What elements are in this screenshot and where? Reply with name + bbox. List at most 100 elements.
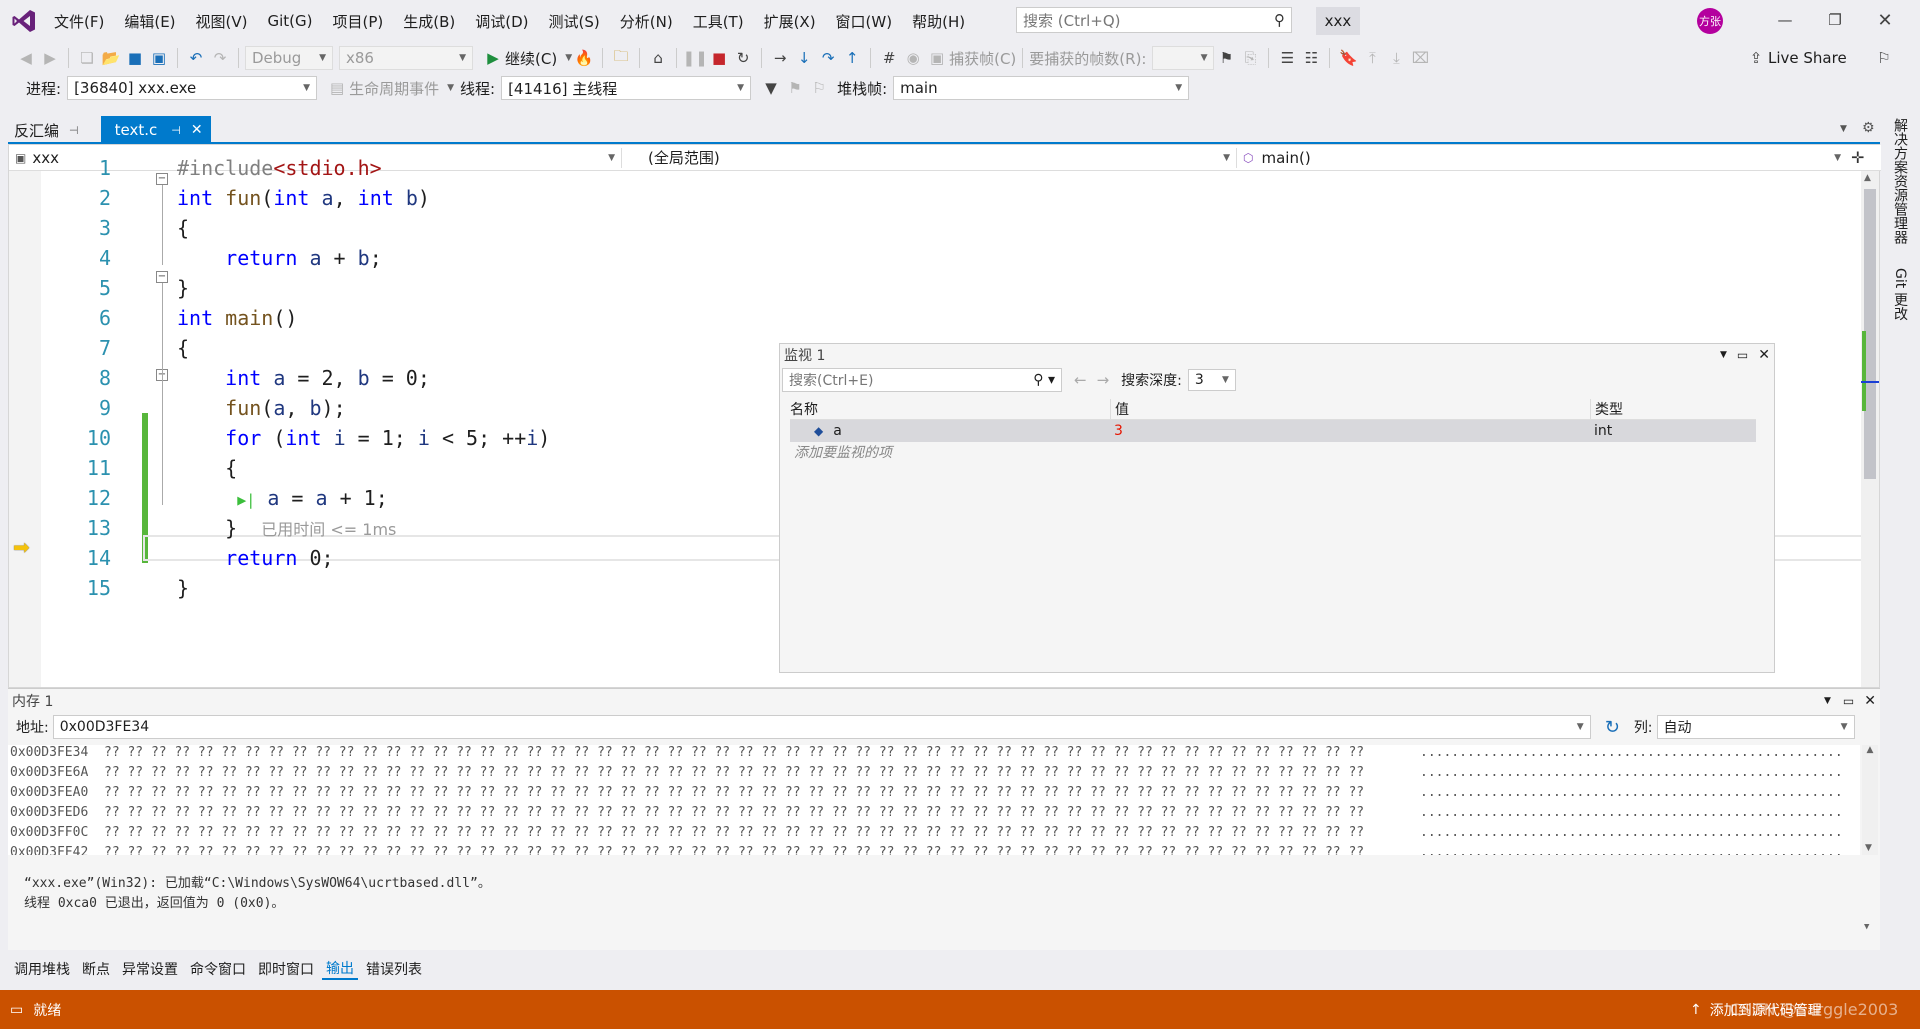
maximize-icon[interactable]: ▭ bbox=[1737, 348, 1748, 362]
fold-toggle[interactable]: − bbox=[156, 173, 168, 185]
side-tab-solution-explorer[interactable]: 解决方案资源管理器 bbox=[1888, 118, 1910, 244]
menu-build[interactable]: 生成(B) bbox=[403, 11, 455, 32]
hot-reload-icon[interactable]: 🔥 bbox=[572, 46, 596, 70]
avatar[interactable]: 方张 bbox=[1697, 8, 1723, 34]
find-files-icon[interactable]: 🗀 bbox=[609, 46, 633, 70]
menu-test[interactable]: 测试(S) bbox=[549, 11, 600, 32]
search-back-icon[interactable]: ← bbox=[1074, 371, 1087, 389]
close-tab-icon[interactable]: ✕ bbox=[191, 122, 203, 138]
platform-select[interactable]: x86 ▼ bbox=[339, 46, 473, 70]
depth-select[interactable]: 3 ▼ bbox=[1187, 369, 1236, 391]
settings-icon[interactable]: ⚙ bbox=[1862, 120, 1875, 136]
save-icon[interactable]: ■ bbox=[123, 46, 147, 70]
frames-select[interactable]: ▼ bbox=[1152, 46, 1215, 70]
stop-icon[interactable]: ■ bbox=[707, 46, 731, 70]
pin-icon[interactable]: ⊣ bbox=[69, 124, 79, 137]
menu-edit[interactable]: 编辑(E) bbox=[124, 11, 175, 32]
comment-icon[interactable]: ☰ bbox=[1275, 46, 1299, 70]
fold-toggle[interactable]: − bbox=[156, 271, 168, 283]
camera-icon[interactable]: ◉ bbox=[901, 46, 925, 70]
column-name[interactable]: 名称 bbox=[790, 399, 1110, 419]
close-icon[interactable]: ✕ bbox=[1860, 8, 1910, 32]
undo-icon[interactable]: ↶ bbox=[184, 46, 208, 70]
search-forward-icon[interactable]: → bbox=[1097, 371, 1110, 389]
stack-frame-select[interactable]: main ▼ bbox=[893, 76, 1190, 100]
window-menu-icon[interactable]: ▼ bbox=[1720, 350, 1727, 360]
hex-display-icon[interactable]: # bbox=[877, 46, 901, 70]
open-folder-icon[interactable]: 📂 bbox=[99, 46, 123, 70]
address-input[interactable]: 0x00D3FE34 ▼ bbox=[52, 715, 1591, 739]
watch-row[interactable]: ◆ a 3 int bbox=[790, 420, 1756, 442]
tab-command-window[interactable]: 命令窗口 bbox=[190, 959, 246, 979]
tab-call-stack[interactable]: 调用堆栈 bbox=[14, 959, 70, 979]
process-select[interactable]: [36840] xxx.exe ▼ bbox=[67, 76, 318, 100]
next-bookmark-icon[interactable]: ⤓ bbox=[1384, 46, 1408, 70]
forward-icon[interactable]: ▶ bbox=[38, 46, 62, 70]
menu-help[interactable]: 帮助(H) bbox=[912, 11, 965, 32]
capture-frame-icon[interactable]: ▣ bbox=[925, 46, 949, 70]
bookmark-toggle-icon[interactable]: ⎘ bbox=[1238, 46, 1262, 70]
menu-window[interactable]: 窗口(W) bbox=[836, 11, 893, 32]
add-watch-hint[interactable]: 添加要监视的项 bbox=[794, 442, 1774, 464]
lifecycle-events[interactable]: 生命周期事件 bbox=[349, 78, 439, 99]
menu-tools[interactable]: 工具(T) bbox=[693, 11, 744, 32]
tab-breakpoints[interactable]: 断点 bbox=[82, 959, 110, 979]
search-box[interactable]: 搜索 (Ctrl+Q) ⚲ bbox=[1016, 7, 1292, 33]
continue-button[interactable]: 继续(C) bbox=[505, 48, 557, 69]
feedback-icon[interactable]: ⚐ bbox=[1872, 46, 1896, 70]
side-tab-git-changes[interactable]: Git 更改 bbox=[1888, 268, 1910, 321]
tab-text-c[interactable]: text.c ⊣ ✕ bbox=[100, 116, 211, 144]
scroll-down-icon[interactable]: ▼ bbox=[1864, 922, 1869, 932]
thread-marker-icon[interactable]: ⚑ bbox=[1214, 46, 1238, 70]
restart-icon[interactable]: ↻ bbox=[731, 46, 755, 70]
menu-extensions[interactable]: 扩展(X) bbox=[764, 11, 816, 32]
vs-logo-icon[interactable] bbox=[0, 8, 48, 34]
menu-view[interactable]: 视图(V) bbox=[196, 11, 248, 32]
show-flagged-icon[interactable]: ⚐ bbox=[807, 76, 831, 100]
bookmark-icon[interactable]: 🔖 bbox=[1336, 46, 1360, 70]
back-icon[interactable]: ◀ bbox=[14, 46, 38, 70]
lifecycle-icon[interactable]: ▤ bbox=[325, 76, 349, 100]
clear-bookmarks-icon[interactable]: ⌧ bbox=[1408, 46, 1432, 70]
column-value[interactable]: 值 bbox=[1110, 398, 1590, 419]
refresh-icon[interactable]: ↻ bbox=[1605, 717, 1620, 738]
prev-bookmark-icon[interactable]: ⤒ bbox=[1360, 46, 1384, 70]
redo-icon[interactable]: ↷ bbox=[208, 46, 232, 70]
browser-link-icon[interactable]: ⌂ bbox=[646, 46, 670, 70]
show-next-statement-icon[interactable]: → bbox=[768, 46, 792, 70]
menu-debug[interactable]: 调试(D) bbox=[475, 11, 528, 32]
menu-project[interactable]: 项目(P) bbox=[333, 11, 384, 32]
column-type[interactable]: 类型 bbox=[1590, 398, 1756, 419]
vertical-scrollbar[interactable]: ▲ bbox=[1861, 171, 1879, 687]
memory-grid[interactable]: 0x00D3FE34?? ?? ?? ?? ?? ?? ?? ?? ?? ?? … bbox=[8, 745, 1860, 855]
watch-value[interactable]: 3 bbox=[1110, 423, 1590, 439]
step-into-icon[interactable]: ↓ bbox=[792, 46, 816, 70]
continue-icon[interactable]: ▶ bbox=[481, 46, 505, 70]
watch-search[interactable]: 搜索(Ctrl+E) ⚲ ▾ bbox=[782, 368, 1062, 392]
output-window[interactable]: “xxx.exe”(Win32): 已加载“C:\Windows\SysWOW6… bbox=[8, 874, 1880, 950]
filter-icon[interactable]: ▼ bbox=[759, 76, 783, 100]
tab-disassembly[interactable]: 反汇编 ⊣ bbox=[0, 116, 93, 144]
tab-error-list[interactable]: 错误列表 bbox=[366, 959, 422, 979]
tab-exception-settings[interactable]: 异常设置 bbox=[122, 959, 178, 979]
close-icon[interactable]: ✕ bbox=[1864, 693, 1876, 709]
menu-analyze[interactable]: 分析(N) bbox=[620, 11, 673, 32]
maximize-icon[interactable]: ▭ bbox=[1843, 694, 1854, 708]
step-out-icon[interactable]: ↑ bbox=[840, 46, 864, 70]
perf-tip[interactable]: 已用时间 <= 1ms bbox=[261, 520, 396, 539]
uncomment-icon[interactable]: ☷ bbox=[1299, 46, 1323, 70]
minimize-icon[interactable]: — bbox=[1760, 8, 1810, 32]
close-icon[interactable]: ✕ bbox=[1758, 347, 1770, 363]
new-item-icon[interactable]: ❏ bbox=[75, 46, 99, 70]
columns-select[interactable]: 自动 ▼ bbox=[1656, 715, 1855, 739]
live-share-button[interactable]: ⇪ Live Share bbox=[1744, 46, 1847, 70]
save-all-icon[interactable]: ▣ bbox=[147, 46, 171, 70]
configuration-select[interactable]: Debug ▼ bbox=[245, 46, 333, 70]
pin-icon[interactable]: ⊣ bbox=[171, 124, 181, 137]
restore-icon[interactable]: ❐ bbox=[1810, 8, 1860, 32]
capture-frame-button[interactable]: 捕获帧(C) bbox=[949, 48, 1016, 69]
menu-git[interactable]: Git(G) bbox=[268, 12, 313, 30]
tab-output[interactable]: 输出 bbox=[322, 958, 358, 980]
break-all-icon[interactable]: ❚❚ bbox=[683, 46, 708, 70]
tab-immediate-window[interactable]: 即时窗口 bbox=[258, 959, 314, 979]
